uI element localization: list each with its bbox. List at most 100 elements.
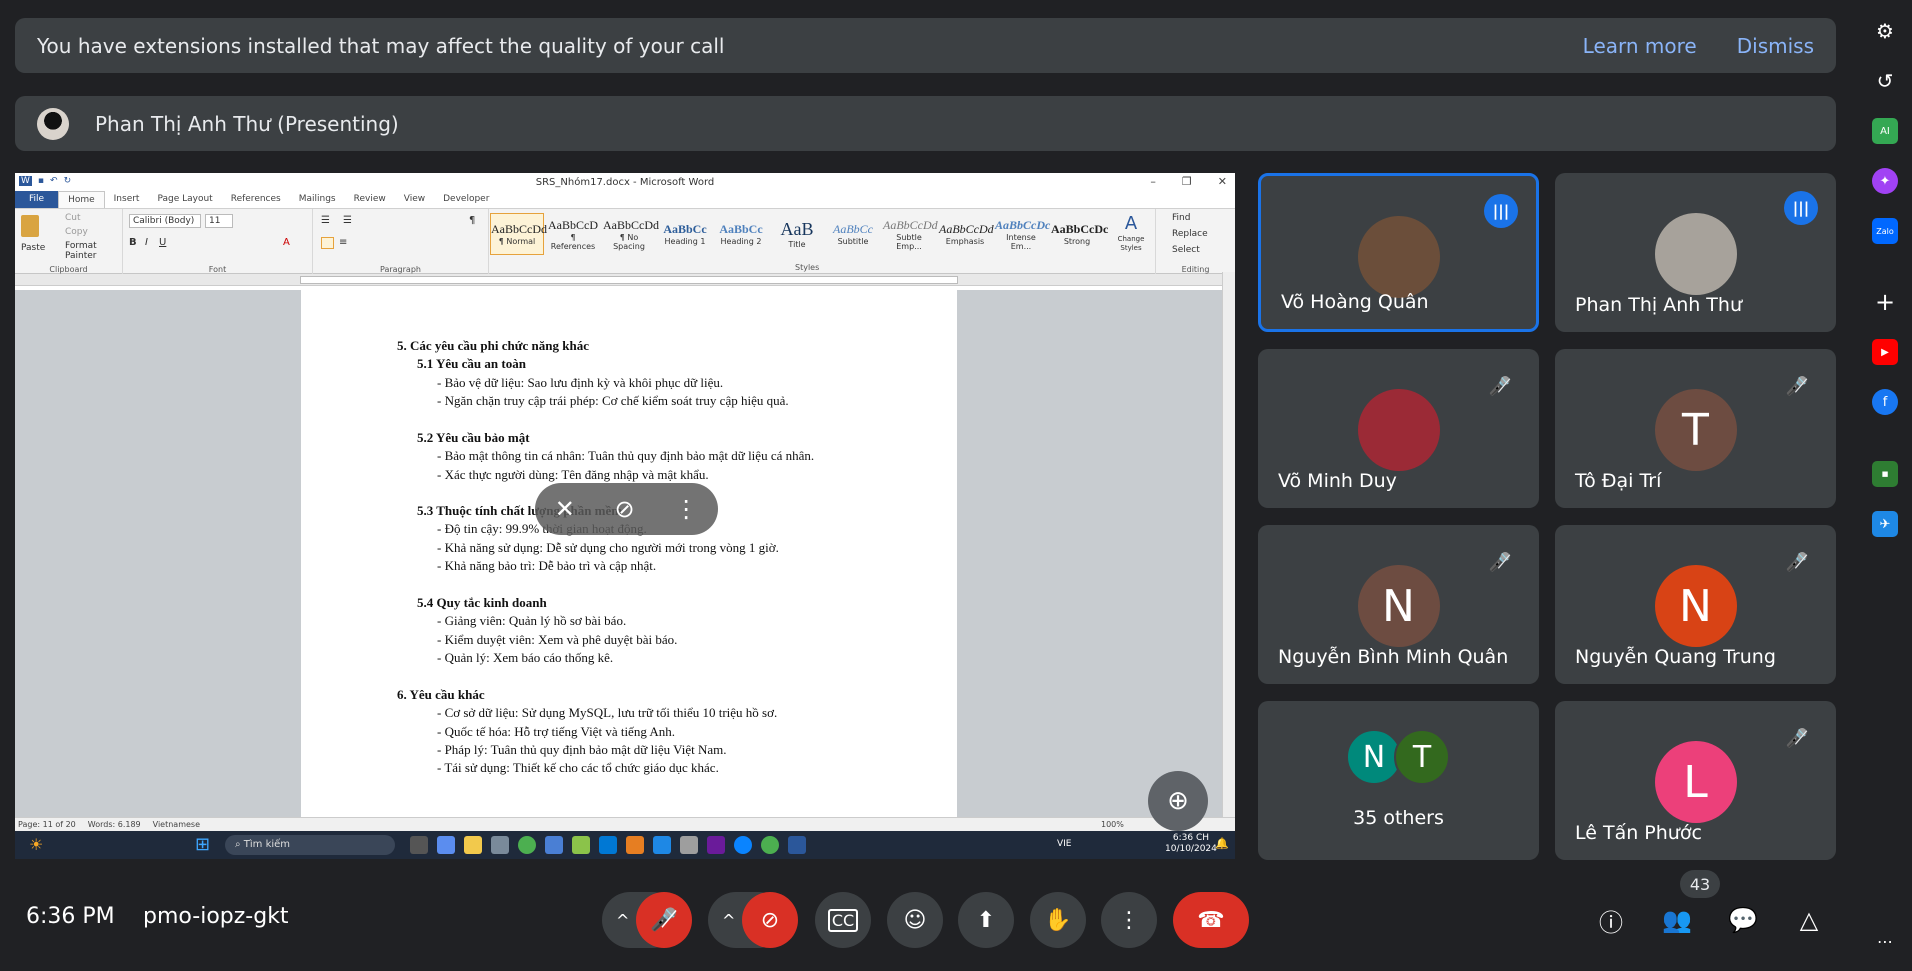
captions-button[interactable]: CC: [815, 892, 871, 948]
style-subtitle[interactable]: AaBbCc Subtitle: [826, 213, 880, 255]
style-no-spacing[interactable]: AaBbCcDd ¶ No Spacing: [602, 213, 659, 255]
mute-presenter-icon[interactable]: ⊘: [615, 495, 635, 523]
reactions-button[interactable]: ☺: [887, 892, 943, 948]
zalo-icon[interactable]: Zalo: [1872, 218, 1898, 244]
copilot-icon[interactable]: [437, 836, 455, 854]
chat-button[interactable]: 💬: [1723, 900, 1763, 940]
bird-extension-icon[interactable]: ✈: [1872, 511, 1898, 537]
style-emphasis[interactable]: AaBbCcDd Emphasis: [938, 213, 994, 255]
tab-mailings[interactable]: Mailings: [290, 191, 345, 208]
align-center-icon[interactable]: ≡: [339, 237, 347, 248]
style-intense-emphasis[interactable]: AaBbCcDc Intense Em...: [994, 213, 1050, 255]
present-screen-button[interactable]: ⬆: [958, 892, 1014, 948]
people-button[interactable]: 👥: [1657, 900, 1697, 940]
tab-developer[interactable]: Developer: [434, 191, 498, 208]
task-view-icon[interactable]: [410, 836, 428, 854]
history-icon[interactable]: ↺: [1872, 68, 1898, 94]
vertical-scrollbar[interactable]: [1222, 272, 1235, 817]
font-color-icon[interactable]: A: [283, 237, 290, 248]
leave-call-button[interactable]: ☎: [1173, 892, 1249, 948]
participant-tile[interactable]: ||| Phan Thị Anh Thư: [1555, 173, 1836, 332]
pilcrow-icon[interactable]: ¶: [469, 215, 475, 226]
tab-review[interactable]: Review: [345, 191, 395, 208]
change-styles-button[interactable]: A Change Styles: [1113, 213, 1149, 257]
paste-button[interactable]: Paste: [21, 243, 45, 253]
others-tile[interactable]: N T 35 others: [1258, 701, 1539, 860]
zoom-level[interactable]: 100%: [1101, 820, 1124, 829]
tab-insert[interactable]: Insert: [105, 191, 149, 208]
save-icon[interactable]: ▪: [38, 176, 44, 186]
word-taskbar-icon[interactable]: [788, 836, 806, 854]
style-title[interactable]: AaB Title: [770, 213, 824, 255]
minimize-icon[interactable]: –: [1150, 175, 1156, 188]
find-button[interactable]: Find: [1172, 213, 1190, 223]
keyboard-language[interactable]: VIE: [1057, 839, 1072, 849]
visual-studio-icon[interactable]: [707, 836, 725, 854]
style-references[interactable]: AaBbCcD ¶ References: [546, 213, 600, 255]
more-options-button[interactable]: ⋮: [1101, 892, 1157, 948]
taskbar-clock[interactable]: 6:36 CH 10/10/2024: [1165, 833, 1217, 855]
restore-icon[interactable]: ❐: [1182, 175, 1192, 188]
style-heading-2[interactable]: AaBbCc Heading 2: [714, 213, 768, 255]
settings-app-icon[interactable]: [491, 836, 509, 854]
more-horiz-icon[interactable]: ⋯: [1872, 928, 1898, 954]
ai-extension-icon[interactable]: AI: [1872, 118, 1898, 144]
participant-tile[interactable]: 🎤̸ Võ Minh Duy: [1258, 349, 1539, 508]
font-name-select[interactable]: Calibri (Body): [129, 214, 201, 228]
zalo-icon[interactable]: [653, 836, 671, 854]
paste-icon[interactable]: [21, 215, 39, 237]
close-icon[interactable]: ✕: [1218, 175, 1227, 188]
style-heading-1[interactable]: AaBbCc Heading 1: [658, 213, 712, 255]
more-options-icon[interactable]: ⋮: [674, 495, 698, 523]
page-count[interactable]: Page: 11 of 20: [18, 820, 76, 829]
youtube-icon[interactable]: ▶: [1872, 339, 1898, 365]
language-indicator[interactable]: Vietnamese: [153, 820, 200, 829]
activities-button[interactable]: △: [1789, 900, 1829, 940]
vscode-icon[interactable]: [599, 836, 617, 854]
taskbar-search[interactable]: ⌕ Tìm kiếm: [225, 835, 395, 855]
word-count[interactable]: Words: 6.189: [88, 820, 141, 829]
app-icon[interactable]: [626, 836, 644, 854]
participant-tile[interactable]: L 🎤̸ Lê Tấn Phước: [1555, 701, 1836, 860]
meeting-details-button[interactable]: ⓘ: [1591, 900, 1631, 940]
add-icon[interactable]: +: [1872, 288, 1898, 316]
numbering-icon[interactable]: ☰: [343, 215, 352, 226]
format-painter-button[interactable]: Format Painter: [65, 241, 122, 261]
learn-more-link[interactable]: Learn more: [1583, 34, 1697, 58]
tab-page-layout[interactable]: Page Layout: [148, 191, 221, 208]
tab-home[interactable]: Home: [58, 191, 105, 208]
facebook-icon[interactable]: f: [1872, 389, 1898, 415]
participant-tile[interactable]: N 🎤̸ Nguyễn Bình Minh Quân: [1258, 525, 1539, 684]
weather-icon[interactable]: ☀: [29, 835, 43, 854]
participant-tile[interactable]: ||| Võ Hoàng Quân: [1258, 173, 1539, 332]
copy-button[interactable]: Copy: [65, 227, 88, 237]
bold-button[interactable]: B: [129, 237, 137, 248]
pin-off-icon[interactable]: ✕: [555, 495, 575, 523]
tab-view[interactable]: View: [395, 191, 434, 208]
dismiss-button[interactable]: Dismiss: [1737, 34, 1814, 58]
tab-references[interactable]: References: [222, 191, 290, 208]
app-icon[interactable]: [680, 836, 698, 854]
raise-hand-button[interactable]: ✋: [1030, 892, 1086, 948]
bullets-icon[interactable]: ☰: [321, 215, 330, 226]
document-page[interactable]: 5. Các yêu cầu phi chức năng khác 5.1 Yê…: [301, 290, 957, 817]
participant-tile[interactable]: T 🎤̸ Tô Đại Trí: [1555, 349, 1836, 508]
cut-button[interactable]: Cut: [65, 213, 81, 223]
style-strong[interactable]: AaBbCcDc Strong: [1050, 213, 1108, 255]
app-icon[interactable]: [572, 836, 590, 854]
zoom-in-button[interactable]: ⊕: [1148, 771, 1208, 831]
replace-button[interactable]: Replace: [1172, 229, 1208, 239]
tab-file[interactable]: File: [15, 191, 59, 208]
undo-icon[interactable]: ↶: [50, 176, 58, 186]
windows-start-icon[interactable]: ⊞: [195, 834, 210, 855]
align-left-icon[interactable]: [321, 237, 334, 249]
font-size-select[interactable]: 11: [205, 214, 233, 228]
style-normal[interactable]: AaBbCcDd ¶ Normal: [490, 213, 547, 255]
select-button[interactable]: Select: [1172, 245, 1200, 255]
file-explorer-icon[interactable]: [464, 836, 482, 854]
edge-icon[interactable]: [734, 836, 752, 854]
chrome-icon[interactable]: [518, 836, 536, 854]
gear-icon[interactable]: ⚙: [1872, 18, 1898, 44]
microphone-toggle[interactable]: 🎤̸: [636, 892, 692, 948]
app-extension-icon[interactable]: ■: [1872, 461, 1898, 487]
